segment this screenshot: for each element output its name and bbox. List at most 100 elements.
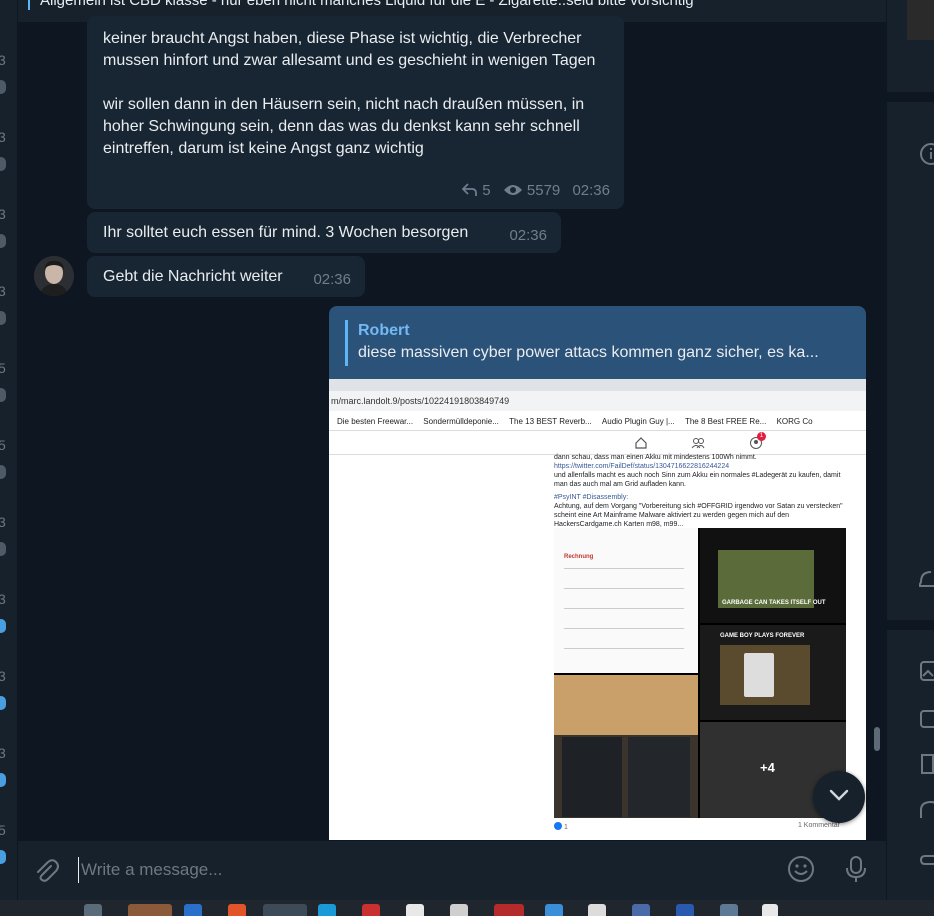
unread-badge (0, 465, 6, 479)
message-meta: 02:36 (313, 269, 351, 291)
message-text: Gebt die Nachricht weiter (103, 268, 283, 285)
view-count: 5579 (526, 182, 561, 199)
chat-list-item[interactable]: 3 (0, 202, 18, 279)
forward-count: 5 (482, 182, 491, 199)
info-icon[interactable] (919, 142, 934, 171)
message-bubble[interactable]: Ihr solltet euch essen für mind. 3 Woche… (87, 212, 561, 253)
video-thumbnail: GARBAGE CAN TAKES ITSELF OUT (700, 528, 846, 623)
telegram-window: 3 3 3 3 5 5 3 3 3 3 5 Allgemein ist CBD … (0, 0, 934, 916)
chat-list-count: 3 (0, 668, 6, 684)
chat-list-item[interactable]: 3 (0, 510, 18, 587)
chat-list-count: 3 (0, 283, 6, 299)
chat-list-count: 3 (0, 206, 6, 222)
taskbar-app-icon[interactable] (184, 904, 202, 916)
unread-badge (0, 542, 6, 556)
post-line: Achtung, auf dem Vorgang "Vorbereitung s… (554, 503, 843, 528)
chat-list-item[interactable]: 3 (0, 125, 18, 202)
message-meta: 02:36 (509, 225, 547, 247)
taskbar-app-icon[interactable] (545, 904, 563, 916)
bookmark-item: Sondermülldeponie... (423, 417, 499, 426)
chat-list-count: 5 (0, 822, 6, 838)
taskbar-app-icon[interactable] (128, 904, 172, 916)
video-icon[interactable] (919, 708, 934, 735)
browser-bookmarks: Die besten Freewar... Sondermülldeponie.… (329, 411, 866, 431)
audio-icon[interactable] (919, 800, 934, 829)
like-count: 1 (563, 824, 568, 831)
friends-icon (691, 438, 705, 449)
taskbar-app-icon[interactable] (450, 904, 468, 916)
unread-badge (0, 311, 6, 325)
file-icon[interactable] (919, 752, 934, 781)
taskbar-app-icon[interactable] (676, 904, 694, 916)
message-bubble[interactable]: Gebt die Nachricht weiter 02:36 (87, 256, 365, 297)
post-hashtags: #PsyINT #Disassembly: (554, 494, 629, 501)
like-icon (554, 822, 562, 830)
post-link: https://twitter.com/FailDef/status/13047… (554, 463, 730, 470)
taskbar-app-icon[interactable] (228, 904, 246, 916)
unread-badge (0, 850, 6, 864)
os-taskbar (0, 900, 934, 916)
chat-scrollbar[interactable] (874, 22, 880, 838)
pinned-message-text: Allgemein ist CBD klasse - nur eben nich… (40, 0, 694, 9)
taskbar-app-icon-active[interactable] (263, 904, 307, 916)
attached-screenshot[interactable]: m/marc.landolt.9/posts/10224191803849749… (329, 379, 866, 840)
taskbar-app-icon[interactable] (406, 904, 424, 916)
chat-list-item[interactable]: 3 (0, 279, 18, 356)
scrollbar-thumb[interactable] (874, 727, 880, 751)
chat-list-count: 3 (0, 745, 6, 761)
bookmark-item: KORG Co (776, 417, 813, 426)
taskbar-app-icon[interactable] (84, 904, 102, 916)
chat-list-count: 5 (0, 437, 6, 453)
paperclip-icon[interactable] (32, 857, 60, 890)
notification-badge: 1 (757, 432, 766, 441)
link-icon[interactable] (919, 848, 934, 877)
unread-badge (0, 388, 6, 402)
bell-icon[interactable] (917, 568, 934, 597)
photo-icon[interactable] (919, 660, 934, 687)
avatar[interactable] (34, 256, 74, 296)
bookmark-item: Die besten Freewar... (337, 417, 414, 426)
tray-expand-icon[interactable] (762, 904, 778, 916)
pinned-accent-bar (28, 0, 30, 10)
taskbar-app-icon[interactable] (588, 904, 606, 916)
scroll-down-button[interactable] (813, 771, 865, 823)
smiley-icon[interactable] (786, 854, 816, 889)
video-thumbnail: GAME BOY PLAYS FOREVER (700, 625, 846, 720)
solar-panel-photo (554, 675, 698, 818)
chat-list-count: 3 (0, 52, 6, 68)
chat-list-item[interactable]: 3 (0, 664, 18, 741)
unread-badge (0, 157, 6, 171)
group-avatar[interactable] (907, 0, 934, 40)
chat-list-item[interactable]: 5 (0, 356, 18, 433)
post-line: und allenfalls macht es auch noch Sinn z… (554, 472, 841, 488)
outgoing-message[interactable]: Robert diese massiven cyber power attacs… (329, 306, 866, 840)
message-time: 02:36 (313, 271, 351, 288)
bookmark-item: The 13 BEST Reverb... (509, 417, 592, 426)
taskbar-app-icon[interactable] (318, 904, 336, 916)
message-input[interactable] (78, 857, 758, 883)
chat-list-item[interactable]: 5 (0, 818, 18, 895)
unread-badge (0, 773, 6, 787)
taskbar-app-icon[interactable] (494, 904, 524, 916)
taskbar-app-icon[interactable] (362, 904, 380, 916)
reply-text: diese massiven cyber power attacs kommen… (358, 344, 819, 361)
bookmark-item: Audio Plugin Guy |... (601, 417, 675, 426)
home-icon (635, 437, 647, 449)
chat-list-item[interactable]: 3 (0, 587, 18, 664)
invoice-photo: Rechnung (554, 528, 698, 673)
chat-list-item[interactable]: 3 (0, 741, 18, 818)
photo-grid: Rechnung GARBAGE CAN TAKES ITSELF OUT GA… (554, 528, 846, 818)
taskbar-app-icon[interactable] (632, 904, 650, 916)
reply-quote[interactable]: Robert diese massiven cyber power attacs… (345, 320, 819, 366)
message-bubble[interactable]: keiner braucht Angst haben, diese Phase … (87, 16, 624, 209)
microphone-icon[interactable] (844, 854, 868, 889)
chat-list-strip[interactable]: 3 3 3 3 5 5 3 3 3 3 5 (0, 0, 18, 900)
unread-badge (0, 696, 6, 710)
chevron-down-icon (828, 788, 850, 807)
taskbar-app-icon[interactable] (720, 904, 738, 916)
facebook-nav: 1 (329, 431, 866, 455)
facebook-post-text: dann schau, dass man einen Akku mit mind… (554, 453, 846, 529)
chat-list-item[interactable]: 3 (0, 48, 18, 125)
chat-list-item[interactable]: 5 (0, 433, 18, 510)
browser-tab-strip (329, 379, 866, 391)
